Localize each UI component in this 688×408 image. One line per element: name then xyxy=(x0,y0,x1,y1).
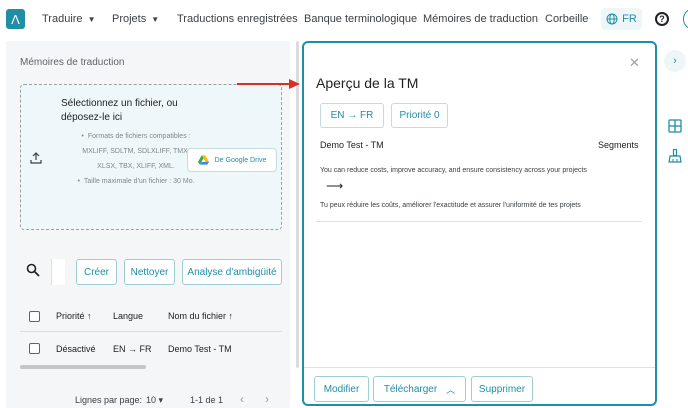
language-code: FR xyxy=(622,13,637,25)
search-input[interactable] xyxy=(51,259,65,285)
dropzone-title: Sélectionnez un fichier, ou déposez-le i… xyxy=(61,98,178,123)
rows-per-page-label: Lignes par page: xyxy=(75,395,143,405)
add-table-icon[interactable] xyxy=(668,119,682,133)
sort-up-icon: ↑ xyxy=(87,311,92,321)
clean-brush-icon[interactable] xyxy=(668,149,682,163)
nav-projects-label: Projets xyxy=(112,13,147,25)
sort-up-icon: ↑ xyxy=(228,311,234,321)
right-rail xyxy=(660,41,688,408)
segments-label: Segments xyxy=(598,140,639,150)
select-all-checkbox[interactable] xyxy=(29,311,40,322)
target-segment: Tu peux réduire les coûts, améliorer l'e… xyxy=(320,202,581,209)
annotation-arrow xyxy=(237,79,300,89)
nav-translate-menu[interactable]: Traduire ▼ xyxy=(42,13,95,25)
dropzone-info: • Formats de fichiers compatibles : MXLIF… xyxy=(77,129,195,189)
source-segment: You can reduce costs, improve accuracy, … xyxy=(320,167,587,174)
translation-memories-panel: Mémoires de traduction Sélectionnez un f… xyxy=(6,41,290,408)
globe-icon xyxy=(606,13,618,25)
clean-button[interactable]: Nettoyer xyxy=(124,259,175,285)
max-size-info: • Taille maximale d'un fichier : 30 Mo. xyxy=(77,178,195,185)
chevron-down-icon: ▼ xyxy=(87,15,96,24)
previous-page-icon[interactable]: ‹ xyxy=(240,392,244,406)
dropdown-arrow-icon: ▾ xyxy=(158,395,164,405)
formats-info: • Formats de fichiers compatibles : MXLIF… xyxy=(81,133,191,170)
nav-projects-menu[interactable]: Projets ▼ xyxy=(112,13,159,25)
chevron-down-icon: ▼ xyxy=(151,15,160,24)
tm-preview-dialog: ✕ Aperçu de la TM EN → FR Priorité 0 Dem… xyxy=(302,41,657,406)
tm-name: Demo Test - TM xyxy=(320,140,384,150)
rows-per-page-select[interactable]: 10 ▾ xyxy=(146,395,163,406)
top-navigation-bar: Λ Traduire ▼ Projets ▼ Traductions enregis… xyxy=(0,0,688,40)
column-header-filename[interactable]: Nom du fichier ↑ xyxy=(168,311,233,321)
language-pair-chip[interactable]: EN → FR xyxy=(320,103,384,128)
close-icon[interactable]: ✕ xyxy=(629,55,640,71)
footer-divider xyxy=(304,367,655,368)
next-page-icon[interactable]: › xyxy=(265,392,269,406)
nav-translation-memories[interactable]: Mémoires de traduction xyxy=(423,13,538,25)
google-drive-button[interactable]: De Google Drive xyxy=(187,148,277,172)
row-language: EN → FR xyxy=(113,344,152,354)
help-icon[interactable]: ? xyxy=(655,12,669,26)
row-checkbox[interactable] xyxy=(29,343,40,354)
priority-chip[interactable]: Priorité 0 xyxy=(391,103,448,128)
chevron-up-icon: ︿ xyxy=(446,384,456,395)
ambiguity-analysis-button[interactable]: Analyse d'ambigüité xyxy=(182,259,282,285)
create-button[interactable]: Créer xyxy=(76,259,117,285)
google-drive-icon xyxy=(197,155,209,165)
search-icon[interactable] xyxy=(26,263,40,277)
column-header-priority[interactable]: Priorité ↑ xyxy=(56,311,92,321)
nav-translate-label: Traduire xyxy=(42,13,83,25)
app-logo[interactable]: Λ xyxy=(6,9,25,29)
arrow-right-icon: ⟶ xyxy=(326,179,344,193)
avatar[interactable] xyxy=(683,8,688,30)
segment-divider xyxy=(316,221,642,222)
download-button[interactable]: Télécharger ︿ xyxy=(373,376,466,402)
google-drive-label: De Google Drive xyxy=(214,156,267,164)
expand-panel-icon[interactable]: › xyxy=(664,50,686,72)
column-header-language[interactable]: Langue xyxy=(113,311,143,321)
language-switcher[interactable]: FR xyxy=(601,8,642,30)
nav-saved-translations[interactable]: Traductions enregistrées xyxy=(177,13,298,25)
row-priority: Désactivé xyxy=(56,344,96,354)
delete-button[interactable]: Supprimer xyxy=(471,376,533,402)
nav-trash[interactable]: Corbeille xyxy=(545,13,588,25)
panel-title: Mémoires de traduction xyxy=(20,57,125,68)
nav-termbase[interactable]: Banque terminologique xyxy=(304,13,417,25)
file-dropzone[interactable]: Sélectionnez un fichier, ou déposez-le i… xyxy=(20,84,282,230)
dialog-title: Aperçu de la TM xyxy=(316,75,419,91)
table-divider xyxy=(20,331,282,332)
edit-button[interactable]: Modifier xyxy=(314,376,369,402)
pagination-range: 1-1 de 1 xyxy=(190,395,224,405)
upload-icon xyxy=(30,152,42,164)
row-filename: Demo Test - TM xyxy=(168,344,232,354)
horizontal-scrollbar[interactable] xyxy=(20,365,146,369)
